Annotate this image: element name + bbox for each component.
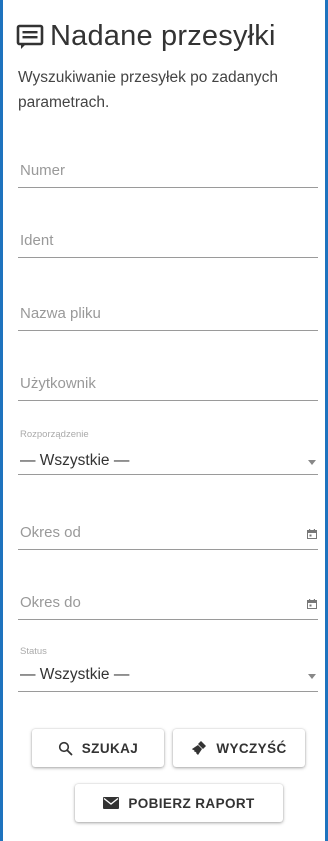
uzytkownik-placeholder: Użytkownik [20, 375, 96, 392]
okres-do-placeholder: Okres do [20, 594, 81, 611]
ident-underline [18, 257, 318, 258]
numer-field[interactable]: Numer [18, 155, 318, 190]
status-label: Status [20, 646, 47, 657]
envelope-icon [103, 797, 120, 809]
numer-placeholder: Numer [20, 162, 66, 179]
uzytkownik-underline [18, 400, 318, 401]
page-title: Nadane przesyłki [50, 20, 276, 52]
uzytkownik-field[interactable]: Użytkownik [18, 368, 318, 403]
ident-placeholder: Ident [20, 232, 54, 249]
nazwa-pliku-placeholder: Nazwa pliku [20, 305, 101, 322]
szukaj-button[interactable]: SZUKAJ [32, 729, 164, 767]
chevron-down-icon [308, 674, 316, 679]
status-value: — Wszystkie — [20, 666, 130, 683]
message-screen-icon [16, 24, 44, 49]
okres-od-underline [18, 549, 318, 550]
okres-do-underline [18, 619, 318, 620]
rozporzadzenie-label: Rozporządzenie [20, 429, 89, 440]
rozporzadzenie-value: — Wszystkie — [20, 452, 130, 469]
status-underline [18, 691, 318, 692]
nazwa-pliku-field[interactable]: Nazwa pliku [18, 298, 318, 333]
broom-icon [191, 741, 207, 756]
wyczysc-label: WYCZYŚĆ [216, 740, 287, 756]
search-panel: Nadane przesyłki Wyszukiwanie przesyłek … [0, 0, 328, 841]
calendar-icon[interactable] [307, 529, 317, 539]
search-icon [58, 741, 73, 755]
numer-underline [18, 187, 318, 188]
nazwa-pliku-underline [18, 330, 318, 331]
wyczysc-button[interactable]: WYCZYŚĆ [173, 729, 305, 767]
szukaj-label: SZUKAJ [81, 740, 139, 756]
ident-field[interactable]: Ident [18, 225, 318, 260]
chevron-down-icon [308, 460, 316, 465]
calendar-icon[interactable] [307, 599, 317, 609]
header: Nadane przesyłki [16, 20, 276, 53]
status-select[interactable]: Status — Wszystkie — [18, 642, 318, 692]
okres-od-field[interactable]: Okres od [18, 515, 318, 550]
rozporzadzenie-underline [18, 474, 318, 475]
page-subtitle: Wyszukiwanie przesyłek po zadanych param… [18, 69, 279, 111]
okres-od-placeholder: Okres od [20, 524, 81, 541]
rozporzadzenie-select[interactable]: Rozporządzenie — Wszystkie — [18, 425, 318, 475]
pobierz-raport-label: POBIERZ RAPORT [128, 795, 255, 811]
okres-do-field[interactable]: Okres do [18, 585, 318, 620]
pobierz-raport-button[interactable]: POBIERZ RAPORT [75, 784, 283, 822]
